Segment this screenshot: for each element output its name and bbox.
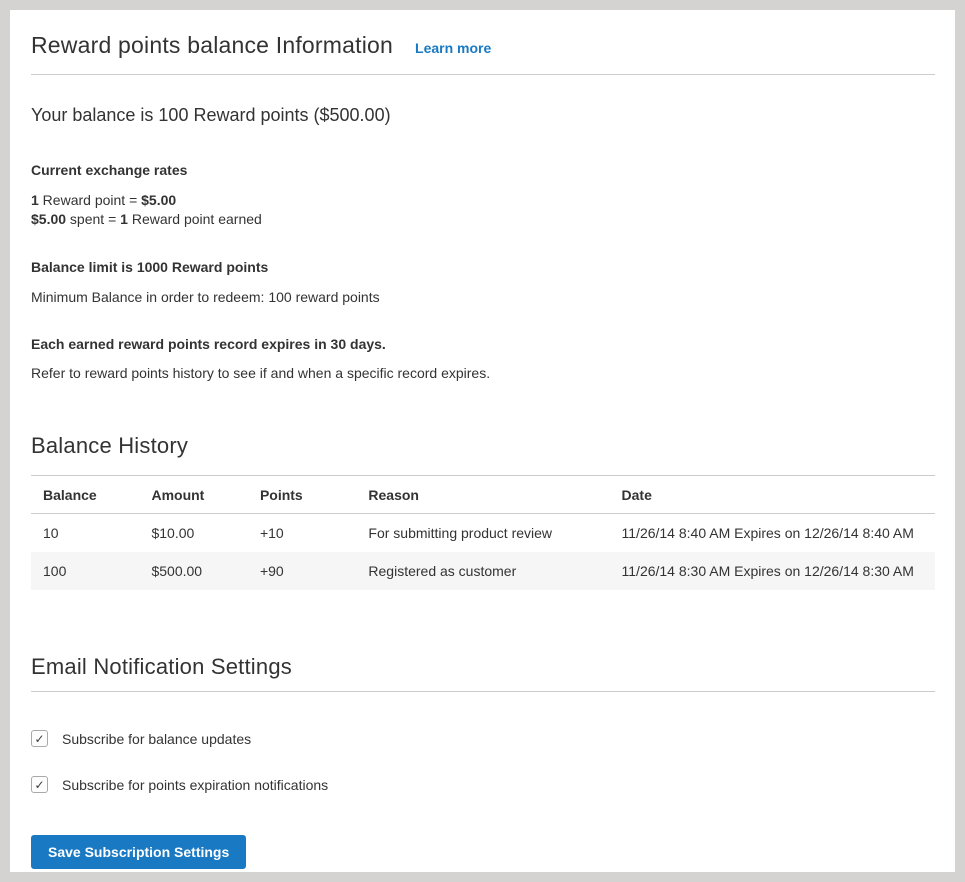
balance-updates-option: ✓ Subscribe for balance updates [31,730,935,747]
page-background: Reward points balance Information Learn … [0,0,965,882]
balance-summary: Your balance is 100 Reward points ($500.… [31,105,935,126]
rate-text: spent = [66,211,120,227]
column-header-balance: Balance [31,476,139,514]
page-title: Reward points balance Information [31,32,393,59]
column-header-reason: Reason [356,476,609,514]
column-header-amount: Amount [139,476,247,514]
table-row: 10 $10.00 +10 For submitting product rev… [31,514,935,553]
rate-text: Reward point = [39,192,141,208]
balance-history-heading: Balance History [31,433,935,459]
expiration-heading: Each earned reward points record expires… [31,336,935,352]
page-header: Reward points balance Information Learn … [31,32,935,75]
balance-updates-label[interactable]: Subscribe for balance updates [62,731,251,747]
table-row: 100 $500.00 +90 Registered as customer 1… [31,552,935,590]
rate-points-value: 1 [31,192,39,208]
balance-history-table: Balance Amount Points Reason Date 10 $10… [31,475,935,590]
cell-balance: 100 [31,552,139,590]
minimum-redeem-text: Minimum Balance in order to redeem: 100 … [31,289,935,305]
balance-updates-checkbox[interactable]: ✓ [31,730,48,747]
points-expiration-checkbox[interactable]: ✓ [31,776,48,793]
email-settings-heading: Email Notification Settings [31,654,935,692]
cell-amount: $10.00 [139,514,247,553]
cell-points: +10 [248,514,356,553]
table-header-row: Balance Amount Points Reason Date [31,476,935,514]
exchange-rate-line-2: $5.00 spent = 1 Reward point earned [31,210,935,229]
expiration-note: Refer to reward points history to see if… [31,365,935,381]
exchange-rates-heading: Current exchange rates [31,162,935,178]
learn-more-link[interactable]: Learn more [415,40,491,56]
exchange-rate-line-1: 1 Reward point = $5.00 [31,191,935,210]
cell-reason: For submitting product review [356,514,609,553]
points-expiration-label[interactable]: Subscribe for points expiration notifica… [62,777,328,793]
rate-points-value: 1 [120,211,128,227]
reward-points-panel: Reward points balance Information Learn … [10,10,955,872]
save-subscription-settings-button[interactable]: Save Subscription Settings [31,835,246,869]
cell-balance: 10 [31,514,139,553]
column-header-points: Points [248,476,356,514]
rate-text: Reward point earned [128,211,262,227]
rate-amount-value: $5.00 [31,211,66,227]
cell-reason: Registered as customer [356,552,609,590]
cell-date: 11/26/14 8:30 AM Expires on 12/26/14 8:3… [610,552,935,590]
rate-amount-value: $5.00 [141,192,176,208]
cell-date: 11/26/14 8:40 AM Expires on 12/26/14 8:4… [610,514,935,553]
balance-limit-text: Balance limit is 1000 Reward points [31,259,935,275]
cell-points: +90 [248,552,356,590]
column-header-date: Date [610,476,935,514]
points-expiration-option: ✓ Subscribe for points expiration notifi… [31,776,935,793]
cell-amount: $500.00 [139,552,247,590]
